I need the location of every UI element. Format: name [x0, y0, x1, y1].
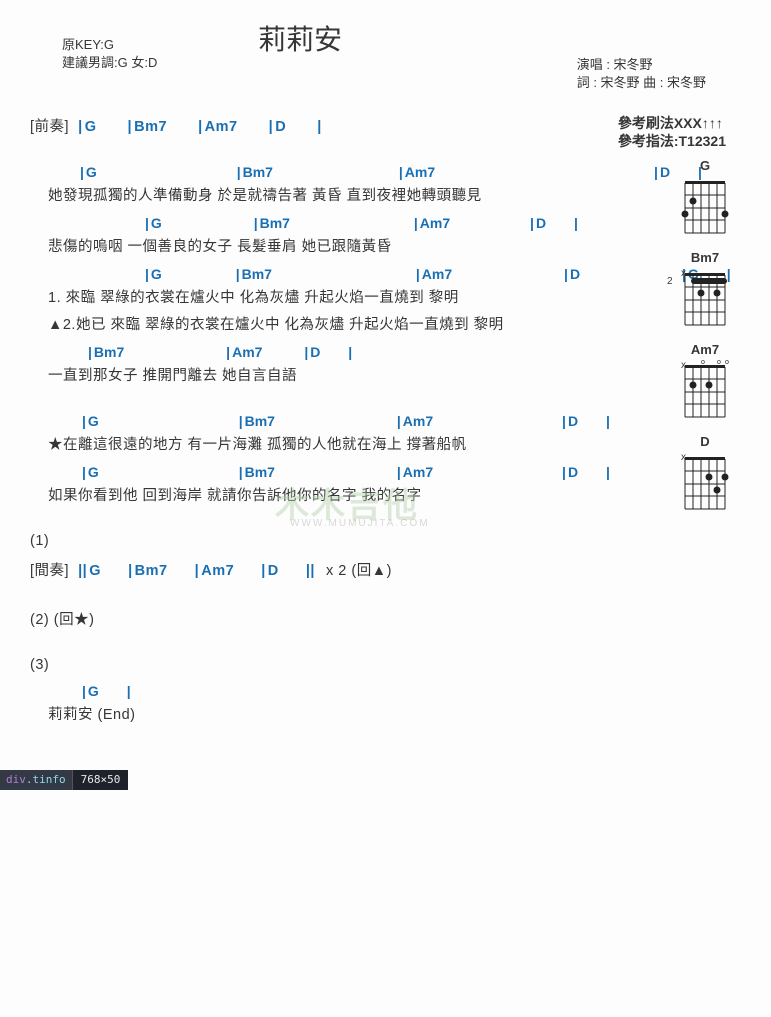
lyricist-composer-label: 詞 : 宋冬野 曲 : 宋冬野 — [577, 75, 706, 90]
svg-text:o: o — [725, 359, 729, 366]
interlude-line: [間奏] ||G |Bm7 |Am7 |D || x 2 (回▲) — [30, 559, 630, 580]
chord-diagram-bm7: Bm7 x 2 — [669, 250, 741, 329]
devtools-selector: div.tinfo — [0, 770, 72, 790]
chorus-line: |G |Bm7 |Am7 |D |G | 1. 來臨 翠綠的衣裳在爐火中 化為灰… — [30, 266, 630, 334]
repeat-marker: (2) (回★) — [30, 608, 630, 629]
ref-strum-label: 參考刷法XXX↑↑↑ — [618, 115, 723, 131]
barline: | — [128, 119, 133, 135]
ending-line: |G | 莉莉安 (End) — [30, 683, 630, 724]
verse-line: |G |Bm7 |Am7 |D | 悲傷的嗚咽 一個善良的女子 長髮垂肩 她已跟… — [30, 215, 630, 256]
bridge-line: |G |Bm7 |Am7 |D | 如果你看到他 回到海岸 就請你告訴他你的名字… — [30, 464, 630, 505]
key-info: 原KEY:G 建議男調:G 女:D — [62, 36, 157, 72]
barline: | — [317, 119, 322, 135]
page-root: 莉莉安 原KEY:G 建議男調:G 女:D 演唱 : 宋冬野 詞 : 宋冬野 曲… — [0, 0, 771, 1017]
barline: | — [198, 119, 203, 135]
chord: Am7 — [205, 119, 238, 135]
lyric-text: 悲傷的嗚咽 一個善良的女子 長髮垂肩 她已跟隨黃昏 — [30, 235, 630, 256]
lyric-text: 一直到那女子 推開門離去 她自言自語 — [30, 364, 630, 385]
chord-sheet: [前奏] |G |Bm7 |Am7 |D | |G |Bm7 |Am7 |D | — [0, 100, 630, 724]
mute-marker: x — [681, 452, 686, 463]
chord-label: D — [669, 434, 741, 449]
lyric-text: 1. 來臨 翠綠的衣裳在爐火中 化為灰燼 升起火焰一直燒到 黎明 — [30, 286, 630, 307]
devtools-size: 768×50 — [72, 770, 129, 790]
lyric-text: 莉莉安 (End) — [30, 703, 630, 724]
mute-marker: x — [681, 360, 686, 371]
chord-diagram-d: D x — [669, 434, 741, 513]
devtools-element-inspector[interactable]: div.tinfo 768×50 — [0, 770, 128, 790]
verse-line: |G |Bm7 |Am7 |D | 她發現孤獨的人準備動身 於是就禱告著 黃昏 … — [30, 164, 630, 205]
lyric-text: ★在離這很遠的地方 有一片海灘 孤獨的人他就在海上 撐著船帆 — [30, 433, 630, 454]
ref-finger-label: 參考指法:T12321 — [618, 133, 726, 149]
chord-label: Bm7 — [669, 250, 741, 265]
fret-number: 2 — [667, 276, 673, 287]
chord: Bm7 — [134, 119, 167, 135]
lyric-text: 如果你看到他 回到海岸 就請你告訴他你的名字 我的名字 — [30, 484, 630, 505]
performer-label: 演唱 : 宋冬野 — [577, 57, 653, 72]
reference-box: 參考刷法XXX↑↑↑ 參考指法:T12321 — [618, 114, 726, 150]
chord-label: Am7 — [669, 342, 741, 357]
lyric-text: 她發現孤獨的人準備動身 於是就禱告著 黃昏 直到夜裡她轉頭聽見 — [30, 184, 630, 205]
chorus-line: |Bm7 |Am7 |D | 一直到那女子 推開門離去 她自言自語 — [30, 344, 630, 385]
chord-label: G — [669, 158, 741, 173]
chord: D — [275, 119, 286, 135]
repeat-marker: (3) — [30, 657, 630, 673]
section-label: [前奏] — [30, 119, 69, 135]
chord-diagram-g: G — [669, 158, 741, 237]
intro-line: [前奏] |G |Bm7 |Am7 |D | — [30, 115, 630, 136]
svg-text:o: o — [717, 359, 721, 366]
barline: | — [78, 119, 83, 135]
fretboard-icon — [677, 175, 733, 237]
credits: 演唱 : 宋冬野 詞 : 宋冬野 曲 : 宋冬野 — [577, 56, 706, 92]
mute-marker: x — [681, 268, 686, 279]
header: 莉莉安 原KEY:G 建議男調:G 女:D 演唱 : 宋冬野 詞 : 宋冬野 曲… — [0, 0, 771, 100]
svg-text:o: o — [701, 359, 705, 366]
repeat-marker: (1) — [30, 533, 630, 549]
chord-diagram-am7: Am7 x ooo — [669, 342, 741, 421]
chord: G — [85, 119, 97, 135]
original-key-label: 原KEY:G — [62, 37, 114, 52]
barline: | — [269, 119, 274, 135]
suggested-key-label: 建議男調:G 女:D — [62, 55, 157, 70]
bridge-line: |G |Bm7 |Am7 |D | ★在離這很遠的地方 有一片海灘 孤獨的人他就… — [30, 413, 630, 454]
lyric-text: ▲2.她已 來臨 翠綠的衣裳在爐火中 化為灰燼 升起火焰一直燒到 黎明 — [30, 313, 630, 334]
